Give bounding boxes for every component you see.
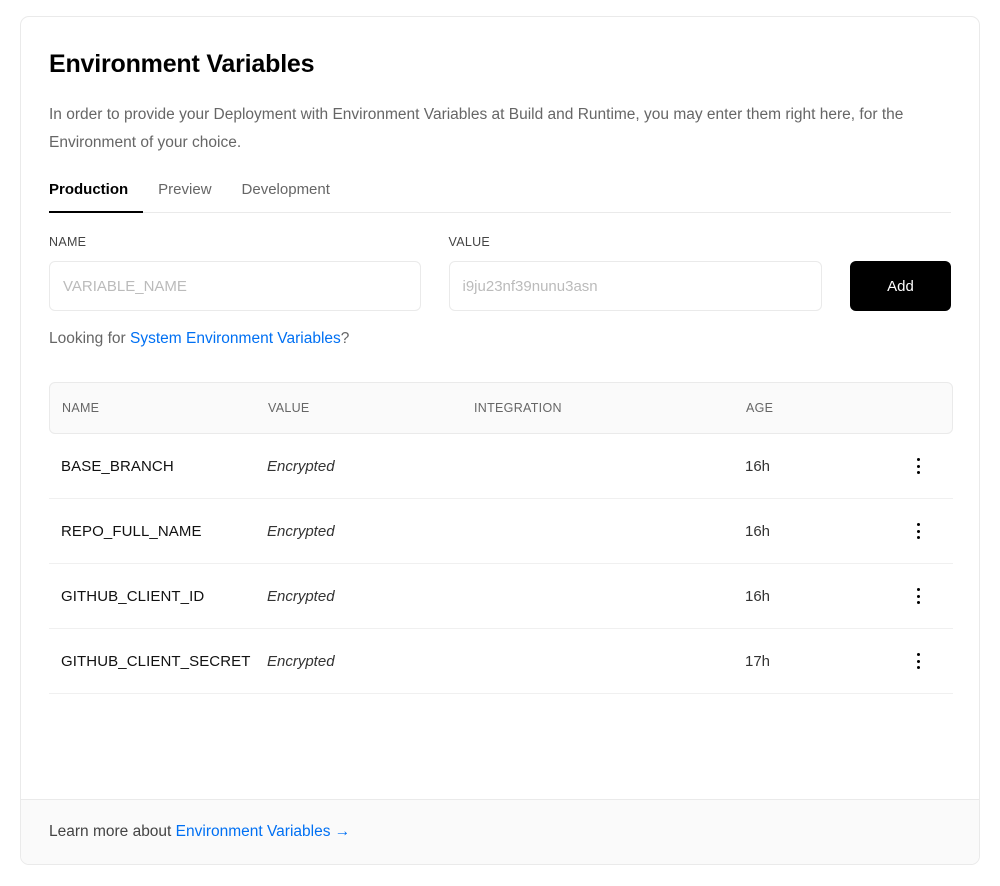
table-row: GITHUB_CLIENT_SECRET Encrypted 17h	[49, 629, 953, 694]
cell-variable-value: Encrypted	[267, 522, 335, 540]
tab-preview[interactable]: Preview	[143, 181, 226, 213]
kebab-vertical-icon[interactable]	[907, 585, 929, 607]
table-row: REPO_FULL_NAME Encrypted 16h	[49, 499, 953, 564]
footer-prefix: Learn more about	[49, 823, 176, 840]
tab-development-label: Development	[241, 181, 330, 198]
footer-link-label: Environment Variables	[175, 823, 331, 840]
name-field-label: NAME	[49, 235, 87, 249]
tab-production-label: Production	[49, 181, 129, 198]
cell-actions	[885, 455, 941, 477]
value-field-group: VALUE	[448, 235, 822, 311]
cell-age: 16h	[745, 457, 771, 475]
cell-age: 17h	[745, 652, 771, 670]
environment-variables-table: NAME VALUE INTEGRATION AGE BASE_BRANCH E…	[49, 382, 953, 694]
environment-variables-card: Environment Variables In order to provid…	[20, 16, 980, 865]
name-field-group: NAME	[49, 235, 421, 311]
cell-actions	[885, 585, 941, 607]
value-field-label: VALUE	[448, 235, 491, 249]
cell-age: 16h	[745, 522, 771, 540]
looking-for-prefix: Looking for	[49, 330, 130, 347]
card-footer: Learn more about Environment Variables →	[21, 799, 979, 864]
table-row: BASE_BRANCH Encrypted 16h	[49, 434, 953, 499]
tab-preview-label: Preview	[158, 181, 212, 198]
environment-variables-docs-link[interactable]: Environment Variables →	[176, 823, 351, 840]
kebab-vertical-icon[interactable]	[907, 520, 929, 542]
footer-text: Learn more about Environment Variables →	[49, 823, 350, 841]
cell-actions	[885, 650, 941, 672]
cell-age: 16h	[745, 587, 771, 605]
cell-variable-name: REPO_FULL_NAME	[61, 522, 202, 540]
looking-for-suffix: ?	[340, 330, 350, 347]
cell-variable-value: Encrypted	[267, 457, 335, 475]
variable-value-input[interactable]	[448, 261, 822, 311]
tab-development[interactable]: Development	[227, 181, 345, 213]
column-header-value: VALUE	[268, 401, 310, 415]
add-button[interactable]: Add	[850, 261, 951, 311]
page-description: In order to provide your Deployment with…	[49, 106, 904, 151]
system-environment-variables-link[interactable]: System Environment Variables	[130, 330, 341, 347]
cell-variable-name: BASE_BRANCH	[61, 457, 174, 475]
tab-production[interactable]: Production	[49, 181, 144, 213]
table-header-row: NAME VALUE INTEGRATION AGE	[49, 382, 953, 434]
column-header-name: NAME	[62, 401, 100, 415]
cell-variable-value: Encrypted	[267, 587, 335, 605]
environment-tabs: Production Preview Development	[49, 181, 951, 213]
column-header-age: AGE	[746, 401, 774, 415]
kebab-vertical-icon[interactable]	[907, 650, 929, 672]
cell-variable-name: GITHUB_CLIENT_SECRET	[61, 652, 251, 670]
add-variable-form: NAME VALUE Add	[49, 235, 951, 311]
cell-variable-value: Encrypted	[267, 652, 335, 670]
page-title: Environment Variables	[49, 50, 315, 78]
variable-name-input[interactable]	[49, 261, 421, 311]
looking-for-note: Looking for System Environment Variables…	[49, 329, 951, 349]
table-row: GITHUB_CLIENT_ID Encrypted 16h	[49, 564, 953, 629]
arrow-right-icon: →	[334, 823, 351, 840]
card-body: Environment Variables In order to provid…	[21, 17, 979, 799]
cell-actions	[885, 520, 941, 542]
cell-variable-name: GITHUB_CLIENT_ID	[61, 587, 205, 605]
kebab-vertical-icon[interactable]	[907, 455, 929, 477]
column-header-integration: INTEGRATION	[474, 401, 562, 415]
